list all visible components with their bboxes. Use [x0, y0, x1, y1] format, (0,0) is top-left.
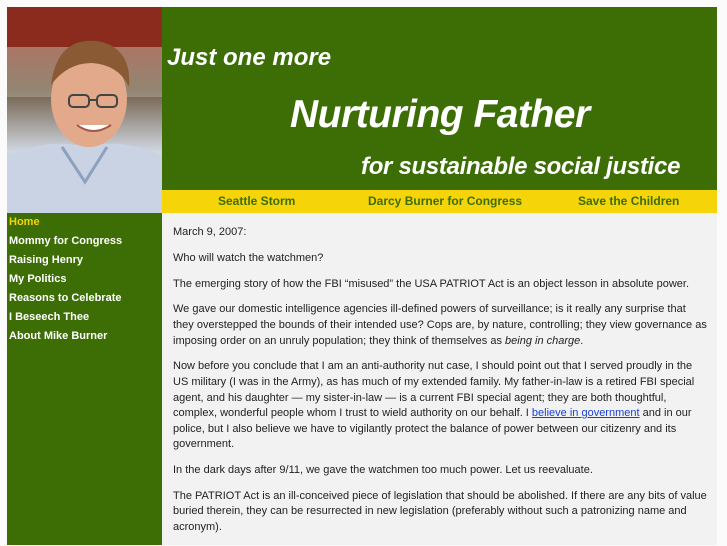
- header-banner: Just one more Nurturing Father for susta…: [162, 7, 717, 190]
- article-paragraph: The PATRIOT Act is an ill-conceived piec…: [173, 489, 707, 534]
- sidebar-item-mommy-for-congress[interactable]: Mommy for Congress: [9, 235, 122, 247]
- article-content: March 9, 2007: Who will watch the watchm…: [173, 225, 708, 546]
- topnav-link-save-the-children[interactable]: Save the Children: [578, 194, 679, 208]
- page: Just one more Nurturing Father for susta…: [7, 7, 717, 545]
- believe-in-government-link[interactable]: believe in government: [532, 407, 640, 419]
- emphasis-text: being in charge: [505, 334, 581, 347]
- paragraph-text: We gave our domestic intelligence agenci…: [173, 303, 707, 347]
- sidebar-item-raising-henry[interactable]: Raising Henry: [9, 254, 83, 266]
- sidebar-nav: Home Mommy for Congress Raising Henry My…: [7, 213, 162, 545]
- site-title: Nurturing Father: [290, 93, 590, 136]
- article-paragraph: The emerging story of how the FBI “misus…: [173, 277, 690, 290]
- sidebar-item-i-beseech-thee[interactable]: I Beseech Thee: [9, 311, 89, 323]
- tagline-line3: for sustainable social justice: [361, 153, 681, 180]
- author-photo: [7, 7, 162, 213]
- article-paragraph: Now before you conclude that I am an ant…: [173, 359, 708, 453]
- paragraph-text: .: [580, 334, 584, 347]
- tagline-line1: Just one more: [167, 44, 332, 71]
- article-date: March 9, 2007:: [173, 226, 247, 238]
- sidebar-item-about-mike-burner[interactable]: About Mike Burner: [9, 330, 107, 342]
- sidebar-item-home[interactable]: Home: [9, 216, 40, 228]
- article-paragraph: Who will watch the watchmen?: [173, 251, 324, 264]
- article-paragraph: In the dark days after 9/11, we gave the…: [173, 464, 593, 477]
- sidebar-item-reasons-to-celebrate[interactable]: Reasons to Celebrate: [9, 292, 121, 304]
- sidebar-item-my-politics[interactable]: My Politics: [9, 273, 66, 285]
- topnav-link-darcy-burner[interactable]: Darcy Burner for Congress: [368, 194, 522, 208]
- topnav-link-seattle-storm[interactable]: Seattle Storm: [218, 194, 295, 208]
- article-paragraph: We gave our domestic intelligence agenci…: [173, 302, 708, 349]
- top-nav: Seattle Storm Darcy Burner for Congress …: [162, 190, 717, 213]
